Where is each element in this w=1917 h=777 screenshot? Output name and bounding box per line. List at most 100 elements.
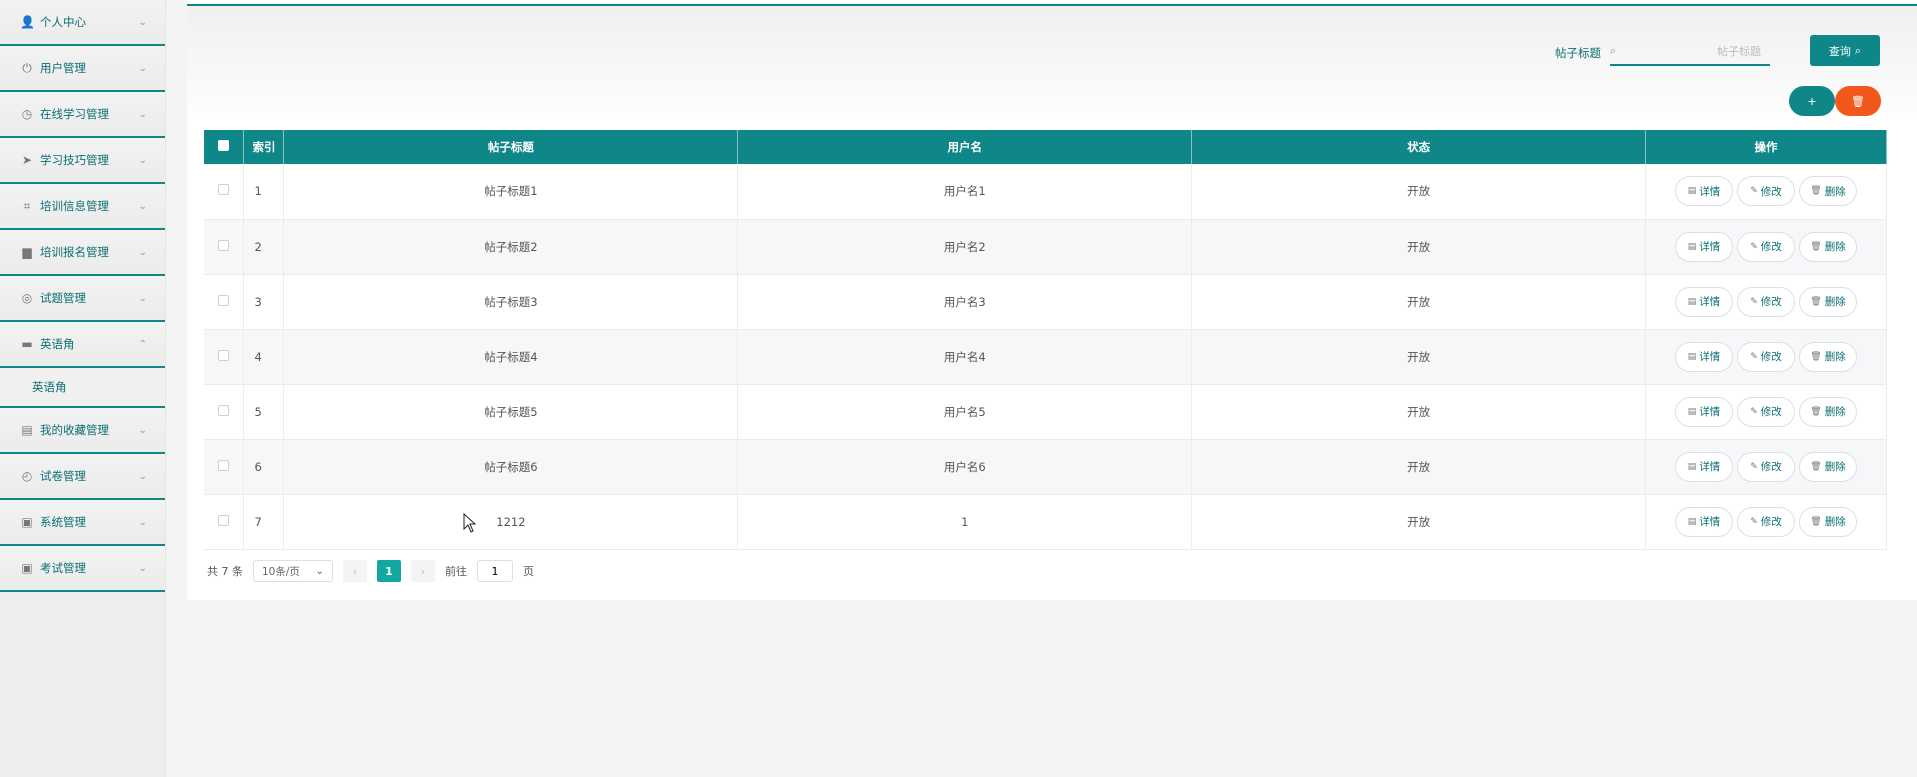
cell-username: 用户名2 [737, 219, 1193, 275]
row-select-cell[interactable] [204, 384, 245, 440]
delete-button[interactable]: 🗑 删除 [1799, 506, 1857, 537]
row-checkbox[interactable] [218, 514, 230, 526]
cell-index: 6 [243, 439, 285, 495]
chevron-down-icon: ⌄ [138, 16, 147, 28]
cell-actions: ▤ 详情 ✎ 修改 🗑 删除 [1645, 164, 1887, 220]
detail-label: 详情 [1699, 461, 1721, 473]
sidebar-item-6[interactable]: ◎ 试题管理 ⌄ [0, 276, 165, 322]
detail-label: 详情 [1699, 241, 1721, 253]
detail-label: 详情 [1699, 351, 1721, 363]
delete-button[interactable]: 🗑 删除 [1799, 396, 1857, 427]
sidebar-item-0[interactable]: 👤 个人中心 ⌄ [0, 0, 165, 46]
edit-button[interactable]: ✎ 修改 [1737, 286, 1795, 317]
chevron-down-icon: ⌄ [138, 108, 147, 120]
detail-button[interactable]: ▤ 详情 [1675, 286, 1733, 317]
delete-button[interactable]: 🗑 删除 [1799, 341, 1857, 372]
chevron-down-icon: ⌄ [138, 424, 147, 436]
delete-button[interactable]: 🗑 删除 [1799, 286, 1857, 317]
detail-button[interactable]: ▤ 详情 [1675, 396, 1733, 427]
sidebar-item-label: 系统管理 [40, 515, 86, 529]
goto-page-input[interactable] [477, 560, 513, 582]
detail-button[interactable]: ▤ 详情 [1675, 231, 1733, 262]
row-select-cell[interactable] [204, 439, 245, 495]
comment-icon: ▆ [22, 245, 32, 259]
delete-button[interactable]: 🗑 删除 [1799, 231, 1857, 262]
row-checkbox[interactable] [218, 239, 230, 251]
row-checkbox[interactable] [218, 349, 230, 361]
cell-username: 用户名3 [737, 274, 1193, 330]
sidebar-item-5[interactable]: ▆ 培训报名管理 ⌄ [0, 230, 165, 276]
search-input[interactable] [1616, 44, 1780, 58]
sidebar-item-1[interactable]: ⏻ 用户管理 ⌄ [0, 46, 165, 92]
edit-button[interactable]: ✎ 修改 [1737, 506, 1795, 537]
sidebar-item-8[interactable]: ▤ 我的收藏管理 ⌄ [0, 408, 165, 454]
cell-actions: ▤ 详情 ✎ 修改 🗑 删除 [1645, 219, 1887, 275]
edit-label: 修改 [1760, 296, 1782, 308]
sidebar-item-7[interactable]: ▬ 英语角 ⌃ [0, 322, 165, 368]
row-checkbox[interactable] [218, 184, 230, 196]
detail-button[interactable]: ▤ 详情 [1675, 451, 1733, 482]
row-select-cell[interactable] [204, 329, 245, 385]
edit-button[interactable]: ✎ 修改 [1737, 451, 1795, 482]
cell-status: 开放 [1191, 494, 1647, 550]
detail-label: 详情 [1699, 406, 1721, 418]
cell-actions: ▤ 详情 ✎ 修改 🗑 删除 [1645, 384, 1887, 440]
batch-delete-button[interactable]: 🗑 [1835, 86, 1881, 116]
row-select-cell[interactable] [204, 219, 245, 275]
cell-title: 帖子标题1 [283, 164, 739, 220]
search-field[interactable]: ⌕ [1610, 38, 1780, 66]
pencil-icon: ✎ [1750, 296, 1758, 307]
row-checkbox[interactable] [218, 404, 230, 416]
sidebar-item-3[interactable]: ➤ 学习技巧管理 ⌄ [0, 138, 165, 184]
detail-button[interactable]: ▤ 详情 [1675, 176, 1733, 207]
chevron-down-icon: ⌄ [138, 246, 147, 258]
sidebar-item-4[interactable]: ⌗ 培训信息管理 ⌄ [0, 184, 165, 230]
prev-page-button[interactable]: ‹ [343, 560, 367, 582]
sidebar-item-11[interactable]: ▣ 考试管理 ⌄ [0, 546, 165, 592]
detail-label: 详情 [1699, 185, 1721, 198]
pencil-icon: ✎ [1750, 351, 1758, 362]
row-checkbox[interactable] [218, 459, 230, 471]
send-icon: ➤ [21, 153, 33, 167]
page-size-select[interactable]: 10条/页 ⌄ [253, 560, 333, 582]
header-select-all[interactable] [204, 130, 245, 164]
cell-title: 帖子标题6 [283, 439, 739, 495]
cell-status: 开放 [1191, 219, 1647, 275]
page-number-current[interactable]: 1 [377, 560, 401, 582]
cell-status: 开放 [1191, 439, 1647, 495]
add-button[interactable]: + [1789, 86, 1835, 116]
page-size-value: 10条/页 [262, 565, 300, 578]
sidebar: 👤 个人中心 ⌄ ⏻ 用户管理 ⌄ ◷ 在线学习管理 ⌄ ➤ 学习技巧管理 ⌄ ⌗ 培训信息管理 ⌄ ▆ 培训报… [0, 0, 166, 777]
search-icon: ⌕ [1854, 43, 1862, 57]
select-all-checkbox[interactable] [218, 140, 230, 151]
row-select-cell[interactable] [204, 494, 245, 550]
edit-label: 修改 [1760, 516, 1782, 528]
sidebar-item-label: 英语角 [40, 337, 75, 351]
document-icon: ▤ [1687, 296, 1697, 307]
sidebar-item-10[interactable]: ▣ 系统管理 ⌄ [0, 500, 165, 546]
edit-button[interactable]: ✎ 修改 [1737, 341, 1795, 372]
next-page-button[interactable]: › [411, 560, 435, 582]
cell-title: 帖子标题5 [283, 384, 739, 440]
table-row: 1 帖子标题1 用户名1 开放 ▤ 详情 ✎ 修改 🗑 删除 [204, 164, 1887, 220]
row-select-cell[interactable] [204, 274, 245, 330]
sidebar-item-9[interactable]: ◴ 试卷管理 ⌄ [0, 454, 165, 500]
printer-icon: ▤ [21, 423, 33, 437]
document-icon: ▤ [1687, 516, 1697, 527]
edit-button[interactable]: ✎ 修改 [1737, 176, 1795, 207]
row-select-cell[interactable] [204, 164, 245, 220]
submenu-item-7[interactable]: 英语角 [0, 368, 165, 408]
sidebar-item-label: 在线学习管理 [40, 107, 109, 121]
table-header-row: 索引 帖子标题 用户名 状态 操作 [204, 130, 1887, 164]
edit-button[interactable]: ✎ 修改 [1737, 396, 1795, 427]
query-button[interactable]: 查询 ⌕ [1810, 35, 1880, 66]
detail-button[interactable]: ▤ 详情 [1675, 341, 1733, 372]
delete-button[interactable]: 🗑 删除 [1799, 176, 1857, 207]
chevron-up-icon: ⌃ [138, 338, 147, 350]
row-checkbox[interactable] [218, 294, 230, 306]
sidebar-item-2[interactable]: ◷ 在线学习管理 ⌄ [0, 92, 165, 138]
detail-button[interactable]: ▤ 详情 [1675, 506, 1733, 537]
edit-button[interactable]: ✎ 修改 [1737, 231, 1795, 262]
table-row: 3 帖子标题3 用户名3 开放 ▤ 详情 ✎ 修改 🗑 删除 [204, 274, 1887, 330]
delete-button[interactable]: 🗑 删除 [1799, 451, 1857, 482]
